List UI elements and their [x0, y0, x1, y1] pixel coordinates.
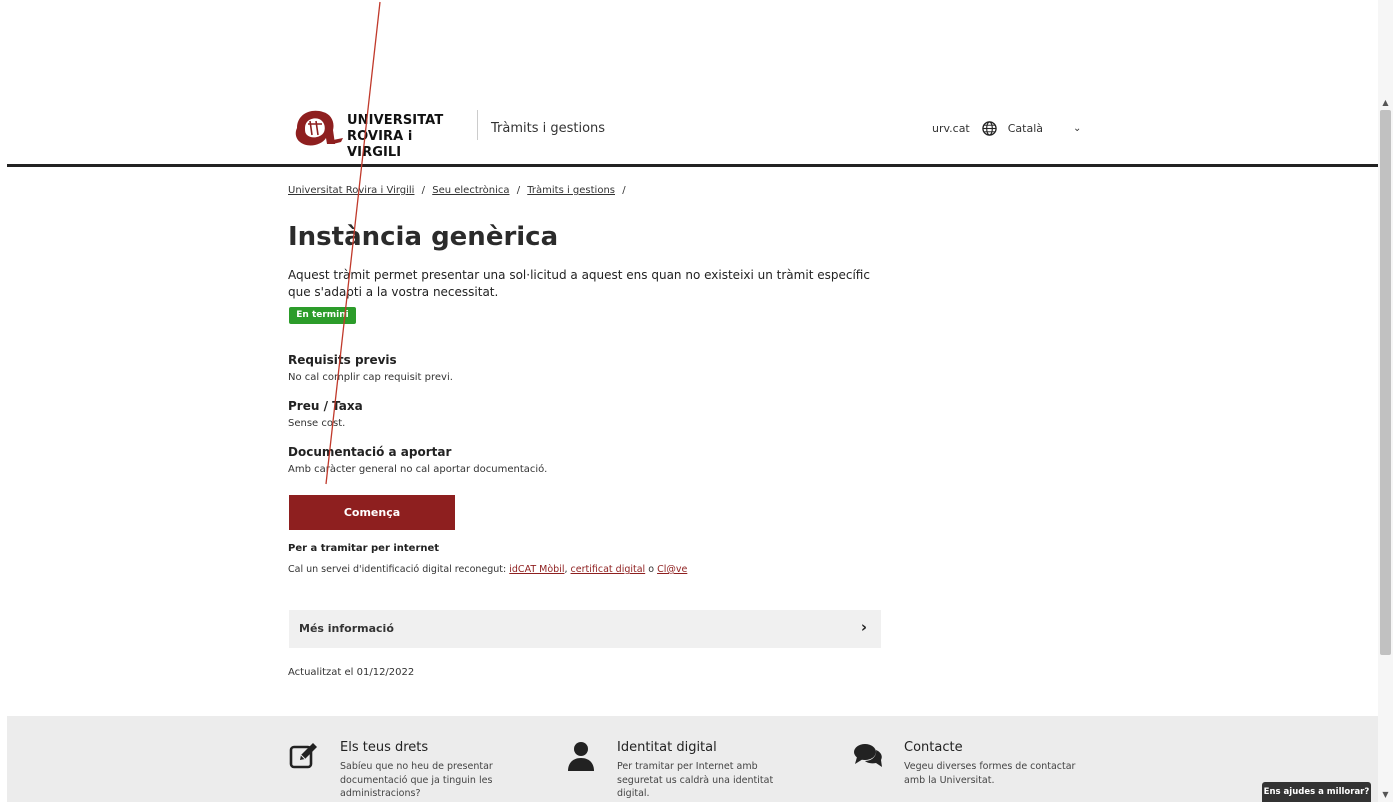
page: UNIVERSITAT ROVIRA i VIRGILI Tràmits i g…: [0, 0, 1378, 802]
footer: Els teus drets Sabíeu que no heu de pres…: [7, 716, 1378, 802]
footer-digital-id-text: Per tramitar per Internet amb seguretat …: [617, 761, 774, 799]
footer-rights-title: Els teus drets: [340, 740, 429, 755]
footer-contact-text: Vegeu diverses formes de contactar amb l…: [904, 761, 1076, 786]
logo-line-2: ROVIRA i VIRGILI: [347, 129, 413, 160]
more-info-label: Més informació: [299, 622, 394, 635]
footer-rights-text: Sabíeu que no heu de presentar documenta…: [340, 761, 493, 799]
price-title: Preu / Taxa: [288, 399, 363, 413]
logo-text: UNIVERSITAT ROVIRA i VIRGILI: [347, 113, 469, 161]
urv-logo[interactable]: UNIVERSITAT ROVIRA i VIRGILI: [289, 104, 469, 160]
breadcrumb-separator: /: [421, 185, 426, 196]
links-or: o: [648, 564, 655, 575]
breadcrumb-link-urv[interactable]: Universitat Rovira i Virgili: [288, 185, 414, 196]
language-select[interactable]: Català: [1008, 122, 1043, 135]
internet-text-line: Cal un servei d'identificació digital re…: [288, 564, 687, 575]
scroll-down-icon[interactable]: ▼: [1378, 787, 1393, 802]
footer-contact-title: Contacte: [904, 740, 963, 755]
links-separator: ,: [564, 564, 568, 575]
status-badge: En termini: [289, 307, 356, 324]
internet-text: Cal un servei d'identificació digital re…: [288, 564, 507, 575]
idcat-mobil-link[interactable]: idCAT Mòbil: [509, 564, 564, 575]
scrollbar-thumb[interactable]: [1380, 110, 1391, 655]
more-info-accordion[interactable]: Més informació ›: [289, 610, 881, 648]
requirements-text: No cal complir cap requisit previ.: [288, 372, 453, 383]
breadcrumb-link-seu[interactable]: Seu electrònica: [432, 185, 509, 196]
footer-digital-id-title: Identitat digital: [617, 740, 717, 755]
requirements-title: Requisits previs: [288, 353, 397, 367]
internet-title: Per a tramitar per internet: [288, 543, 440, 554]
breadcrumb: Universitat Rovira i Virgili / Seu elect…: [288, 185, 630, 196]
site-header: UNIVERSITAT ROVIRA i VIRGILI Tràmits i g…: [7, 100, 1378, 167]
scrollbar[interactable]: ▲ ▼: [1378, 0, 1393, 802]
updated-date: Actualitzat el 01/12/2022: [288, 667, 415, 678]
documentation-text: Amb caràcter general no cal aportar docu…: [288, 464, 548, 475]
chevron-down-icon[interactable]: ⌄: [1073, 123, 1081, 134]
page-title: Instància genèrica: [288, 222, 559, 252]
intro-text: Aquest tràmit permet presentar una sol·l…: [288, 268, 870, 299]
chevron-right-icon: ›: [860, 618, 867, 636]
clave-link[interactable]: Cl@ve: [657, 564, 687, 575]
feedback-button[interactable]: Ens ajudes a millorar?: [1262, 782, 1371, 802]
urv-logo-mark-icon: [295, 110, 343, 146]
edit-icon: [289, 743, 317, 769]
digital-certificate-link[interactable]: certificat digital: [571, 564, 646, 575]
user-icon: [568, 742, 594, 771]
documentation-title: Documentació a aportar: [288, 445, 452, 459]
breadcrumb-separator: /: [622, 185, 626, 196]
start-button[interactable]: Comença: [289, 495, 455, 530]
header-section-title: Tràmits i gestions: [491, 121, 606, 136]
scroll-up-icon[interactable]: ▲: [1378, 95, 1393, 110]
price-text: Sense cost.: [288, 418, 346, 429]
header-divider: [477, 110, 478, 140]
logo-line-1: UNIVERSITAT: [347, 113, 444, 128]
chat-icon: [854, 744, 882, 767]
breadcrumb-separator: /: [516, 185, 521, 196]
urv-site-link[interactable]: urv.cat: [932, 122, 970, 135]
globe-icon: [982, 120, 997, 136]
header-tools: urv.cat Català ⌄: [932, 118, 1081, 138]
breadcrumb-link-tramits[interactable]: Tràmits i gestions: [527, 185, 615, 196]
